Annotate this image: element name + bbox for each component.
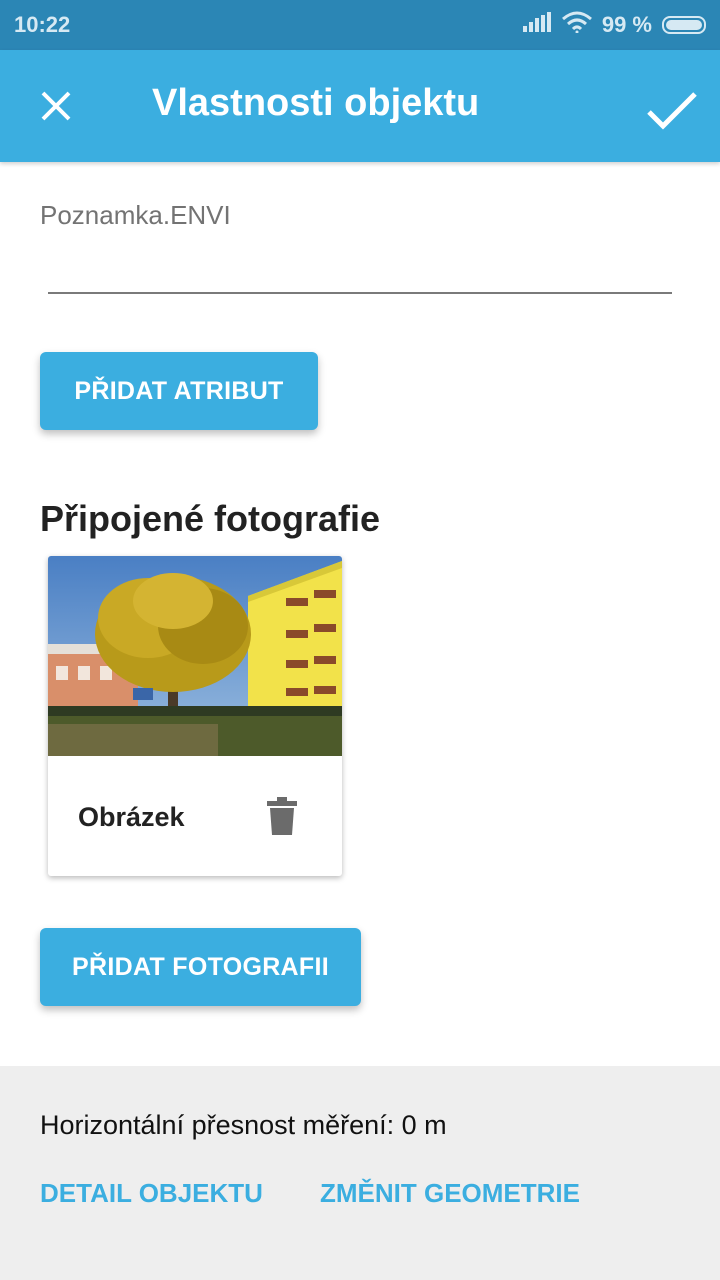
accuracy-text: Horizontální přesnost měření: 0 m	[40, 1110, 447, 1140]
wifi-icon	[561, 11, 592, 39]
add-attribute-button[interactable]: PŘIDAT ATRIBUT	[40, 352, 318, 430]
detail-object-link[interactable]: DETAIL OBJEKTU	[40, 1178, 263, 1209]
close-icon[interactable]	[36, 86, 76, 126]
signal-icon	[522, 12, 552, 38]
check-icon[interactable]	[644, 86, 700, 134]
status-bar: 10:22 99 %	[0, 0, 720, 50]
photo-thumbnail[interactable]	[48, 556, 342, 756]
photo-caption: Obrázek	[78, 802, 185, 832]
app-bar: Vlastnosti objektu	[0, 50, 720, 162]
status-icons: 99 %	[522, 11, 706, 39]
photos-heading: Připojené fotografie	[40, 498, 381, 539]
field-label: Poznamka.ENVI	[40, 200, 231, 230]
add-photo-button[interactable]: PŘIDAT FOTOGRAFII	[40, 928, 361, 1006]
trash-icon[interactable]	[262, 794, 302, 838]
page-title: Vlastnosti objektu	[152, 82, 480, 124]
battery-level	[666, 20, 702, 30]
battery-percent: 99 %	[601, 12, 652, 37]
battery-icon	[662, 16, 706, 34]
footer-panel: Horizontální přesnost měření: 0 m DETAIL…	[0, 1066, 720, 1280]
photo-card[interactable]: Obrázek	[48, 556, 342, 876]
poznamka-input[interactable]	[48, 240, 672, 294]
change-geometry-link[interactable]: ZMĚNIT GEOMETRIE	[320, 1178, 580, 1209]
status-time: 10:22	[14, 12, 71, 37]
